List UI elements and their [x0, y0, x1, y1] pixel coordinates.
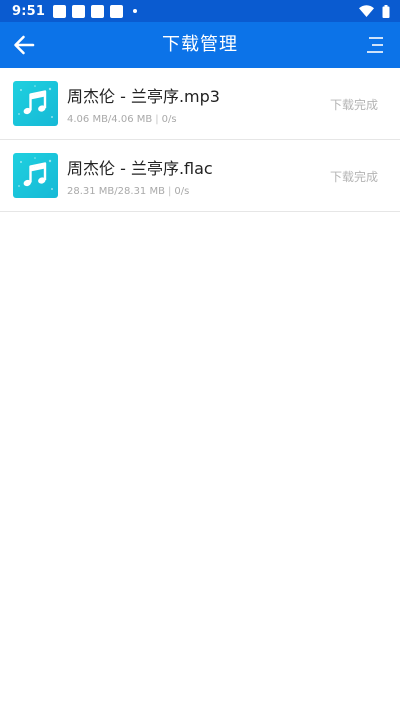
app-notification-icon: [91, 4, 105, 18]
system-status-icons: [359, 4, 390, 18]
meta-separator: |: [167, 186, 172, 197]
menu-button[interactable]: [360, 31, 390, 59]
page-title: 下载管理: [162, 34, 238, 55]
file-size: 28.31 MB/28.31 MB: [67, 186, 165, 197]
file-name: 周杰伦 - 兰亭序.mp3: [67, 87, 220, 106]
download-speed: 0/s: [174, 186, 190, 197]
download-status: 下载完成: [329, 170, 378, 184]
file-progress: 4.06 MB/4.06 MB | 0/s: [67, 114, 177, 125]
file-progress: 28.31 MB/28.31 MB | 0/s: [67, 186, 189, 197]
app-notification-icon: [110, 4, 124, 18]
download-item[interactable]: 周杰伦 - 兰亭序.flac 28.31 MB/28.31 MB | 0/s 下载完…: [0, 140, 400, 212]
app-bar: 下载管理: [0, 22, 400, 68]
file-thumbnail: [13, 81, 58, 126]
download-speed: 0/s: [161, 114, 177, 125]
file-thumbnail: [13, 153, 58, 198]
file-name: 周杰伦 - 兰亭序.flac: [67, 159, 213, 178]
more-notifications-dot-icon: [133, 9, 138, 13]
menu-icon: [367, 37, 383, 53]
download-list: 周杰伦 - 兰亭序.mp3 4.06 MB/4.06 MB | 0/s 下载完成 周…: [0, 68, 400, 212]
file-size: 4.06 MB/4.06 MB: [67, 114, 153, 125]
meta-separator: |: [155, 114, 159, 125]
app-notification-icon: [53, 4, 67, 18]
battery-icon: [382, 4, 390, 18]
download-item[interactable]: 周杰伦 - 兰亭序.mp3 4.06 MB/4.06 MB | 0/s 下载完成: [0, 68, 400, 140]
status-time: 9:51: [12, 3, 46, 19]
music-note-icon: [18, 85, 53, 118]
status-bar: 9:51: [0, 0, 400, 22]
download-status: 下载完成: [329, 98, 378, 112]
wifi-icon: [359, 5, 374, 17]
music-note-icon: [18, 157, 53, 190]
app-notification-icon: [72, 4, 86, 18]
